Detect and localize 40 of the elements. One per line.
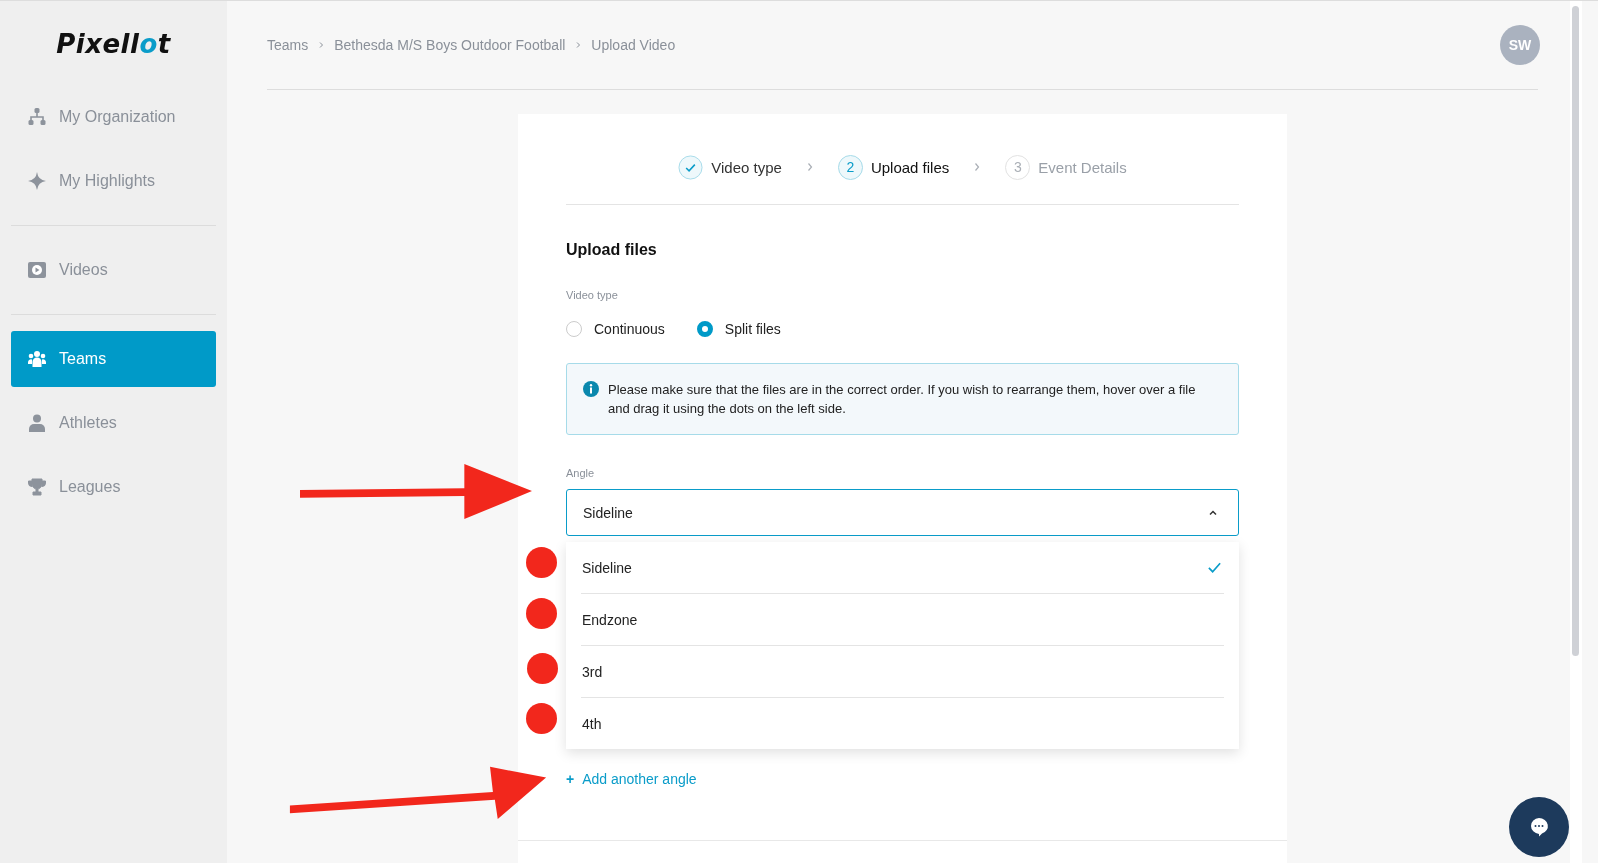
angle-select[interactable]: Sideline [566,489,1239,536]
dropdown-option[interactable]: 3rd [581,646,1224,698]
dropdown-option[interactable]: Endzone [581,594,1224,646]
play-icon [27,260,47,280]
nav-item[interactable]: Videos [11,242,216,298]
chevron-right-icon [317,41,326,49]
section-title: Upload files [566,241,658,259]
step-label[interactable]: Video type [711,158,782,176]
step-number: 2 [837,154,863,180]
radio-label[interactable]: Continuous [594,321,665,337]
chevron-right-icon [973,162,982,172]
trophy-icon [27,477,47,497]
field-label: Angle [566,467,596,479]
user-avatar[interactable]: SW [1500,25,1540,65]
nav-item[interactable]: My Organization [11,89,216,145]
sparkle-icon [27,171,47,191]
field-label: Video type [566,289,619,301]
add-angle-link[interactable]: + Add another angle [566,771,697,787]
radio-button[interactable] [696,321,713,337]
nav-item[interactable]: My Highlights [11,153,216,209]
breadcrumb-link[interactable]: Upload Video [591,37,676,53]
breadcrumb-link[interactable]: Bethesda M/S Boys Outdoor Football [334,37,566,53]
nav-item[interactable]: Leagues [11,459,216,515]
info-text: Please make sure that the files are in the correct order. If you wish to rearrange them, hover over a file and drag it using the dots on the left side. [608,381,1197,418]
step-label[interactable]: Upload files [870,158,950,176]
dropdown-option[interactable]: Sideline [581,542,1224,594]
info-icon [583,381,599,397]
nav-item[interactable]: Teams [11,331,216,387]
hierarchy-icon [27,107,47,127]
pixellot-logo: Pixellot [55,29,172,59]
chevron-right-icon [805,162,814,172]
chevron-right-icon [574,41,583,49]
radio-label[interactable]: Split files [724,321,781,337]
person-icon [27,413,47,433]
dropdown-option[interactable]: 4th [581,698,1224,749]
step-label[interactable]: Event Details [1038,158,1127,176]
group-icon [27,349,47,369]
breadcrumb-link[interactable]: Teams [267,37,309,53]
nav-item[interactable]: Athletes [11,395,216,451]
chat-button[interactable] [1509,797,1569,857]
